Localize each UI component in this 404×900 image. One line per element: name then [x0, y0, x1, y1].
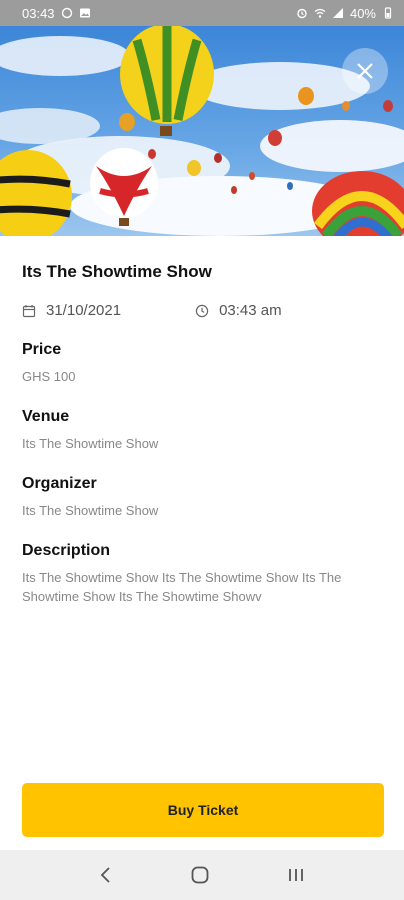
status-left: 03:43 — [22, 6, 91, 21]
gallery-icon — [79, 7, 91, 19]
organizer-section: Organizer Its The Showtime Show — [22, 475, 388, 520]
wifi-icon — [314, 7, 326, 19]
recents-icon[interactable] — [287, 866, 305, 884]
close-button[interactable] — [342, 48, 388, 94]
status-right: 40% — [296, 6, 394, 21]
price-section: Price GHS 100 — [22, 341, 388, 386]
status-time: 03:43 — [22, 5, 55, 21]
close-icon — [357, 63, 373, 79]
battery-icon — [382, 7, 394, 19]
home-icon[interactable] — [190, 865, 210, 885]
alarm-icon — [296, 7, 308, 19]
signal-icon — [332, 7, 344, 19]
system-nav-bar — [0, 850, 404, 900]
organizer-label: Organizer — [22, 475, 97, 492]
hot-air-balloons-photo — [0, 26, 404, 236]
calendar-icon — [22, 304, 36, 318]
battery-percent: 40% — [349, 5, 376, 21]
whatsapp-icon — [61, 7, 73, 19]
event-time-text: 03:43 am — [219, 302, 282, 319]
description-label: Description — [22, 542, 111, 559]
event-details: Its The Showtime Show 31/10/2021 03:43 a… — [22, 236, 388, 606]
price-label: Price — [22, 341, 62, 358]
event-date: 31/10/2021 — [22, 302, 121, 319]
venue-value: Its The Showtime Show — [22, 436, 159, 451]
event-title: Its The Showtime Show — [22, 262, 212, 281]
price-value: GHS 100 — [22, 369, 76, 384]
buy-ticket-button[interactable]: Buy Ticket — [22, 783, 384, 837]
hero-image — [0, 26, 404, 236]
description-section: Description Its The Showtime Show Its Th… — [22, 542, 388, 606]
event-time: 03:43 am — [195, 302, 282, 319]
back-icon[interactable] — [99, 866, 113, 884]
venue-label: Venue — [22, 408, 70, 425]
venue-section: Venue Its The Showtime Show — [22, 408, 388, 453]
status-bar: 03:43 40% — [0, 0, 404, 26]
description-value: Its The Showtime Show Its The Showtime S… — [22, 570, 342, 604]
event-meta: 31/10/2021 03:43 am — [22, 302, 388, 319]
clock-icon — [195, 304, 209, 318]
organizer-value: Its The Showtime Show — [22, 503, 159, 518]
event-date-text: 31/10/2021 — [46, 302, 122, 319]
